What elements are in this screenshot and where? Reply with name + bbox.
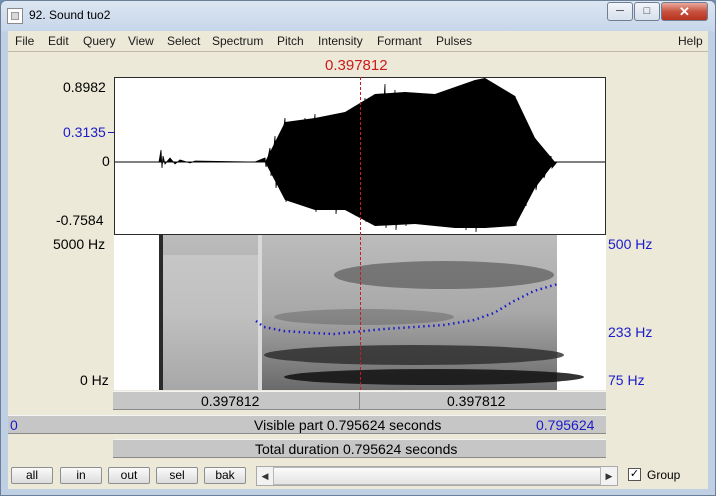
scroll-left-icon[interactable]: ◀	[257, 467, 273, 485]
window-icon	[7, 8, 23, 24]
zoom-sel-button[interactable]: sel	[156, 467, 198, 484]
pitch-top-label: 500 Hz	[608, 236, 653, 252]
selection-left-value: 0.397812	[201, 393, 260, 409]
menu-view[interactable]: View	[128, 34, 154, 48]
pitch-mid-label: 233 Hz	[608, 324, 653, 340]
cursor-time-label: 0.397812	[325, 57, 388, 74]
minimize-button[interactable]: ─	[607, 2, 633, 21]
maximize-button[interactable]: □	[634, 2, 660, 21]
scroll-right-icon[interactable]: ▶	[601, 467, 617, 485]
close-button[interactable]: ✕	[661, 2, 708, 21]
menu-edit[interactable]: Edit	[48, 34, 69, 48]
menu-divider	[8, 51, 708, 52]
group-checkbox[interactable]: ✓	[628, 468, 641, 481]
wave-ymax-label: 0.8982	[63, 79, 106, 95]
pitch-bottom-label: 75 Hz	[608, 372, 645, 388]
horizontal-scrollbar[interactable]: ◀ ▶	[256, 466, 618, 486]
wave-zero-label: 0	[102, 153, 110, 169]
zoom-in-button[interactable]: in	[60, 467, 102, 484]
editor-window: 92. Sound tuo2 ─ □ ✕ File Edit Query Vie…	[0, 0, 716, 496]
cursor-line	[360, 77, 361, 390]
all-button[interactable]: all	[11, 467, 53, 484]
menu-spectrum[interactable]: Spectrum	[212, 34, 263, 48]
menu-bar: File Edit Query View Select Spectrum Pit…	[8, 31, 708, 51]
menu-query[interactable]: Query	[83, 34, 116, 48]
selection-bar[interactable]: 0.397812 0.397812	[113, 391, 606, 410]
visible-start-value: 0	[10, 417, 18, 433]
spec-freq-top-label: 5000 Hz	[53, 236, 106, 252]
selection-right-value: 0.397812	[447, 393, 506, 409]
waveform-fill	[265, 78, 555, 228]
menu-pitch[interactable]: Pitch	[277, 34, 304, 48]
wave-ymark-label: 0.3135	[63, 124, 106, 140]
menu-pulses[interactable]: Pulses	[436, 34, 472, 48]
total-duration-bar[interactable]: Total duration 0.795624 seconds	[113, 439, 606, 458]
wave-ymin-label: -0.7584	[56, 212, 104, 228]
menu-select[interactable]: Select	[167, 34, 200, 48]
group-label: Group	[647, 468, 681, 482]
window-title: 92. Sound tuo2	[29, 8, 111, 22]
spec-freq-bottom-label: 0 Hz	[80, 372, 109, 388]
total-duration-label: Total duration 0.795624 seconds	[255, 441, 458, 457]
zoom-back-button[interactable]: bak	[204, 467, 246, 484]
menu-file[interactable]: File	[15, 34, 34, 48]
visible-end-value: 0.795624	[536, 417, 595, 433]
menu-formant[interactable]: Formant	[377, 34, 422, 48]
selection-divider	[359, 392, 360, 409]
visible-part-label: Visible part 0.795624 seconds	[254, 417, 442, 433]
editor-body: File Edit Query View Select Spectrum Pit…	[8, 31, 708, 489]
menu-intensity[interactable]: Intensity	[318, 34, 363, 48]
title-bar: 92. Sound tuo2 ─ □ ✕	[1, 1, 715, 31]
scroll-thumb[interactable]	[273, 467, 601, 485]
visible-part-bar[interactable]: 0 Visible part 0.795624 seconds 0.795624	[8, 415, 606, 434]
zoom-out-button[interactable]: out	[108, 467, 150, 484]
menu-help[interactable]: Help	[678, 34, 703, 48]
